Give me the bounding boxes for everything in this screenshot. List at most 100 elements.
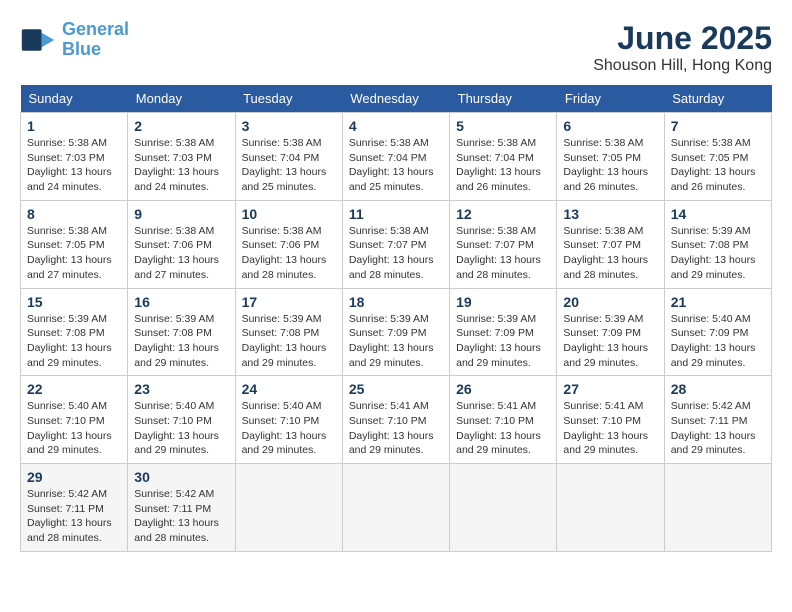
day-number: 22 — [27, 381, 121, 397]
calendar-cell: 26 Sunrise: 5:41 AMSunset: 7:10 PMDayligh… — [450, 376, 557, 464]
day-number: 23 — [134, 381, 228, 397]
logo-general: General — [62, 19, 129, 39]
calendar-cell: 19Sunrise: 5:39 AMSunset: 7:09 PMDayligh… — [450, 288, 557, 376]
day-number: 30 — [134, 469, 228, 485]
calendar-cell: 14 Sunrise: 5:39 AMSunset: 7:08 PMDayligh… — [664, 200, 771, 288]
day-info: Sunrise: 5:39 AMSunset: 7:08 PMDaylight:… — [27, 312, 121, 371]
day-number: 20 — [563, 294, 657, 310]
day-info: Sunrise: 5:38 AMSunset: 7:06 PMDaylight:… — [134, 224, 228, 283]
calendar-cell: 6 Sunrise: 5:38 AMSunset: 7:05 PMDaylight… — [557, 113, 664, 201]
day-info: Sunrise: 5:39 AMSunset: 7:08 PMDaylight:… — [242, 312, 336, 371]
day-number: 25 — [349, 381, 443, 397]
day-info: Sunrise: 5:38 AMSunset: 7:04 PMDaylight:… — [242, 136, 336, 195]
title-section: June 2025 Shouson Hill, Hong Kong — [593, 20, 772, 75]
header-sunday: Sunday — [21, 85, 128, 113]
calendar-cell: 11 Sunrise: 5:38 AMSunset: 7:07 PMDayligh… — [342, 200, 449, 288]
calendar-cell: 24 Sunrise: 5:40 AMSunset: 7:10 PMDayligh… — [235, 376, 342, 464]
calendar-cell — [342, 464, 449, 552]
calendar-cell: 29 Sunrise: 5:42 AMSunset: 7:11 PMDayligh… — [21, 464, 128, 552]
day-info: Sunrise: 5:41 AMSunset: 7:10 PMDaylight:… — [456, 399, 550, 458]
header: General Blue June 2025 Shouson Hill, Hon… — [20, 20, 772, 75]
logo: General Blue — [20, 20, 129, 60]
day-info: Sunrise: 5:42 AMSunset: 7:11 PMDaylight:… — [671, 399, 765, 458]
calendar-table: SundayMondayTuesdayWednesdayThursdayFrid… — [20, 85, 772, 552]
day-number: 12 — [456, 206, 550, 222]
calendar-cell: 15 Sunrise: 5:39 AMSunset: 7:08 PMDayligh… — [21, 288, 128, 376]
calendar-cell: 7 Sunrise: 5:38 AMSunset: 7:05 PMDaylight… — [664, 113, 771, 201]
calendar-cell: 20 Sunrise: 5:39 AMSunset: 7:09 PMDayligh… — [557, 288, 664, 376]
calendar-header-row: SundayMondayTuesdayWednesdayThursdayFrid… — [21, 85, 772, 113]
calendar-cell: 2 Sunrise: 5:38 AMSunset: 7:03 PMDaylight… — [128, 113, 235, 201]
calendar-cell: 12 Sunrise: 5:38 AMSunset: 7:07 PMDayligh… — [450, 200, 557, 288]
day-number: 7 — [671, 118, 765, 134]
day-number: 26 — [456, 381, 550, 397]
day-info: Sunrise: 5:38 AMSunset: 7:04 PMDaylight:… — [456, 136, 550, 195]
calendar-cell: 16 Sunrise: 5:39 AMSunset: 7:08 PMDayligh… — [128, 288, 235, 376]
day-number: 13 — [563, 206, 657, 222]
day-info: Sunrise: 5:38 AMSunset: 7:07 PMDaylight:… — [456, 224, 550, 283]
calendar-week-row: 22 Sunrise: 5:40 AMSunset: 7:10 PMDayligh… — [21, 376, 772, 464]
calendar-cell — [664, 464, 771, 552]
day-number: 19 — [456, 294, 550, 310]
logo-text: General Blue — [62, 20, 129, 60]
calendar-cell: 28 Sunrise: 5:42 AMSunset: 7:11 PMDayligh… — [664, 376, 771, 464]
day-info: Sunrise: 5:40 AMSunset: 7:10 PMDaylight:… — [134, 399, 228, 458]
calendar-cell: 25 Sunrise: 5:41 AMSunset: 7:10 PMDayligh… — [342, 376, 449, 464]
day-number: 28 — [671, 381, 765, 397]
day-number: 10 — [242, 206, 336, 222]
calendar-title: June 2025 — [593, 20, 772, 57]
day-number: 21 — [671, 294, 765, 310]
day-info: Sunrise: 5:38 AMSunset: 7:05 PMDaylight:… — [563, 136, 657, 195]
calendar-cell: 10 Sunrise: 5:38 AMSunset: 7:06 PMDayligh… — [235, 200, 342, 288]
header-friday: Friday — [557, 85, 664, 113]
day-info: Sunrise: 5:38 AMSunset: 7:06 PMDaylight:… — [242, 224, 336, 283]
day-number: 16 — [134, 294, 228, 310]
day-info: Sunrise: 5:38 AMSunset: 7:03 PMDaylight:… — [134, 136, 228, 195]
calendar-cell: 8 Sunrise: 5:38 AMSunset: 7:05 PMDaylight… — [21, 200, 128, 288]
page-container: General Blue June 2025 Shouson Hill, Hon… — [20, 20, 772, 552]
day-number: 4 — [349, 118, 443, 134]
calendar-cell: 4 Sunrise: 5:38 AMSunset: 7:04 PMDaylight… — [342, 113, 449, 201]
day-number: 5 — [456, 118, 550, 134]
day-info: Sunrise: 5:40 AMSunset: 7:10 PMDaylight:… — [242, 399, 336, 458]
day-info: Sunrise: 5:38 AMSunset: 7:03 PMDaylight:… — [27, 136, 121, 195]
day-number: 2 — [134, 118, 228, 134]
day-number: 8 — [27, 206, 121, 222]
day-info: Sunrise: 5:40 AMSunset: 7:10 PMDaylight:… — [27, 399, 121, 458]
day-info: Sunrise: 5:38 AMSunset: 7:05 PMDaylight:… — [671, 136, 765, 195]
day-number: 29 — [27, 469, 121, 485]
day-info: Sunrise: 5:41 AMSunset: 7:10 PMDaylight:… — [563, 399, 657, 458]
header-wednesday: Wednesday — [342, 85, 449, 113]
day-number: 15 — [27, 294, 121, 310]
calendar-cell: 27Sunrise: 5:41 AMSunset: 7:10 PMDayligh… — [557, 376, 664, 464]
day-info: Sunrise: 5:39 AMSunset: 7:09 PMDaylight:… — [349, 312, 443, 371]
calendar-cell: 3 Sunrise: 5:38 AMSunset: 7:04 PMDaylight… — [235, 113, 342, 201]
day-info: Sunrise: 5:38 AMSunset: 7:04 PMDaylight:… — [349, 136, 443, 195]
day-info: Sunrise: 5:38 AMSunset: 7:05 PMDaylight:… — [27, 224, 121, 283]
day-info: Sunrise: 5:38 AMSunset: 7:07 PMDaylight:… — [349, 224, 443, 283]
day-number: 18 — [349, 294, 443, 310]
calendar-cell: 21 Sunrise: 5:40 AMSunset: 7:09 PMDayligh… — [664, 288, 771, 376]
calendar-cell — [557, 464, 664, 552]
day-number: 3 — [242, 118, 336, 134]
day-number: 24 — [242, 381, 336, 397]
calendar-cell: 30Sunrise: 5:42 AMSunset: 7:11 PMDayligh… — [128, 464, 235, 552]
calendar-cell: 1Sunrise: 5:38 AMSunset: 7:03 PMDaylight… — [21, 113, 128, 201]
day-info: Sunrise: 5:39 AMSunset: 7:08 PMDaylight:… — [134, 312, 228, 371]
day-number: 14 — [671, 206, 765, 222]
day-number: 6 — [563, 118, 657, 134]
calendar-cell: 22 Sunrise: 5:40 AMSunset: 7:10 PMDayligh… — [21, 376, 128, 464]
day-info: Sunrise: 5:40 AMSunset: 7:09 PMDaylight:… — [671, 312, 765, 371]
day-info: Sunrise: 5:39 AMSunset: 7:09 PMDaylight:… — [563, 312, 657, 371]
calendar-subtitle: Shouson Hill, Hong Kong — [593, 57, 772, 75]
day-info: Sunrise: 5:42 AMSunset: 7:11 PMDaylight:… — [27, 487, 121, 546]
header-monday: Monday — [128, 85, 235, 113]
header-saturday: Saturday — [664, 85, 771, 113]
calendar-week-row: 1Sunrise: 5:38 AMSunset: 7:03 PMDaylight… — [21, 113, 772, 201]
day-info: Sunrise: 5:41 AMSunset: 7:10 PMDaylight:… — [349, 399, 443, 458]
calendar-cell — [235, 464, 342, 552]
day-info: Sunrise: 5:39 AMSunset: 7:08 PMDaylight:… — [671, 224, 765, 283]
calendar-cell: 17Sunrise: 5:39 AMSunset: 7:08 PMDayligh… — [235, 288, 342, 376]
day-number: 11 — [349, 206, 443, 222]
logo-icon — [20, 22, 56, 58]
